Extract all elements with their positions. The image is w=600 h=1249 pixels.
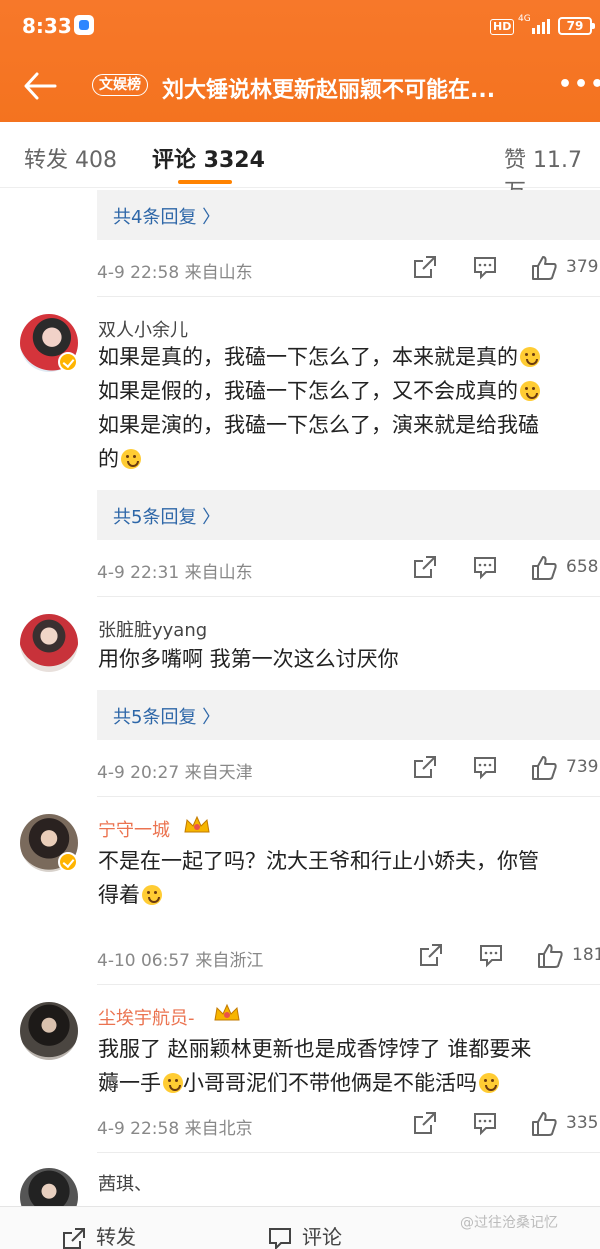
page-title: 刘大锤说林更新赵丽颖不可能在...: [162, 78, 496, 103]
tab-bar: 转发 408 评论 3324 赞 11.7万: [0, 122, 600, 205]
comment-text: 如果是真的，我磕一下怎么了，本来就是真的 如果是假的，我磕一下怎么了，又不会成真…: [98, 345, 540, 471]
comment-actions: 181: [0, 942, 600, 972]
like-icon[interactable]: [530, 554, 558, 582]
divider: [97, 296, 600, 297]
comment-actions: 658: [0, 554, 600, 584]
share-icon[interactable]: [412, 754, 438, 780]
like-count: 379: [566, 257, 599, 277]
emoji-icon: [479, 1073, 499, 1093]
share-icon[interactable]: [412, 254, 438, 280]
replies-link[interactable]: 共5条回复 〉: [97, 490, 600, 540]
comment-text: 不是在一起了吗？沈大王爷和行止小娇夫，你管 得着: [98, 849, 539, 907]
emoji-icon: [520, 347, 540, 367]
back-arrow-icon[interactable]: [22, 70, 58, 102]
like-count: 335: [566, 1113, 599, 1133]
like-icon[interactable]: [530, 754, 558, 782]
comment-bar-icon[interactable]: [268, 1227, 292, 1249]
nav-bar: 文娱榜 刘大锤说林更新赵丽颖不可能在... •••: [0, 62, 600, 112]
divider: [97, 596, 600, 597]
comment-icon[interactable]: [478, 942, 504, 968]
avatar[interactable]: [20, 1002, 78, 1060]
crown-badge-icon: [214, 1003, 240, 1021]
divider: [97, 984, 600, 985]
emoji-icon: [142, 885, 162, 905]
username[interactable]: 宁守一城: [98, 816, 170, 842]
comment-icon[interactable]: [472, 754, 498, 780]
comment-text: 用你多嘴啊 我第一次这么讨厌你: [98, 647, 399, 671]
status-bar: 8:33 HD 4G 79: [0, 0, 600, 58]
username[interactable]: 张脏脏yyang: [98, 616, 207, 642]
active-tab-indicator: [178, 180, 232, 184]
comment-actions: 335: [0, 1110, 600, 1140]
emoji-icon: [121, 449, 141, 469]
more-icon[interactable]: •••: [558, 72, 600, 97]
share-icon[interactable]: [412, 1110, 438, 1136]
app-notification-icon: [74, 15, 94, 35]
battery-icon: 79: [558, 17, 595, 35]
repost-button[interactable]: 转发: [96, 1221, 136, 1249]
tab-reposts[interactable]: 转发 408: [24, 142, 117, 174]
verified-badge-icon: [58, 352, 78, 372]
comment-text: 我服了 赵丽颖林更新也是成香饽饽了 谁都要来 薅一手 小哥哥泥们不带他俩是不能活吗: [98, 1037, 532, 1095]
share-icon[interactable]: [412, 554, 438, 580]
emoji-icon: [520, 381, 540, 401]
comment-icon[interactable]: [472, 554, 498, 580]
crown-badge-icon: [184, 815, 210, 833]
ranking-tag[interactable]: 文娱榜: [92, 74, 148, 96]
tab-comments[interactable]: 评论 3324: [152, 142, 265, 174]
like-icon[interactable]: [536, 942, 564, 970]
repost-icon[interactable]: [62, 1227, 86, 1249]
comment-actions: 739: [0, 754, 600, 784]
emoji-icon: [163, 1073, 183, 1093]
signal-icon: 4G: [518, 14, 554, 38]
like-icon[interactable]: [530, 254, 558, 282]
comment-icon[interactable]: [472, 254, 498, 280]
avatar[interactable]: [20, 614, 78, 672]
username[interactable]: 双人小余儿: [98, 316, 188, 342]
username[interactable]: 尘埃宇航员-: [98, 1004, 195, 1030]
like-count: 739: [566, 757, 599, 777]
comment-button[interactable]: 评论: [302, 1221, 342, 1249]
like-icon[interactable]: [530, 1110, 558, 1138]
watermark: @过往沧桑记忆: [460, 1215, 558, 1231]
share-icon[interactable]: [418, 942, 444, 968]
divider: [97, 796, 600, 797]
like-count: 658: [566, 557, 599, 577]
replies-link[interactable]: 共4条回复 〉: [97, 190, 600, 240]
replies-link[interactable]: 共5条回复 〉: [97, 690, 600, 740]
like-count: 181: [572, 945, 600, 965]
verified-badge-icon: [58, 852, 78, 872]
comment-icon[interactable]: [472, 1110, 498, 1136]
header-bar: 8:33 HD 4G 79 文娱榜 刘大锤说林更新赵丽颖不可能在... •••: [0, 0, 600, 122]
status-time: 8:33: [22, 14, 72, 38]
username[interactable]: 茜琪、: [98, 1170, 152, 1196]
hd-icon: HD: [490, 19, 515, 35]
divider: [97, 1152, 600, 1153]
comment-actions: 379: [0, 254, 600, 284]
